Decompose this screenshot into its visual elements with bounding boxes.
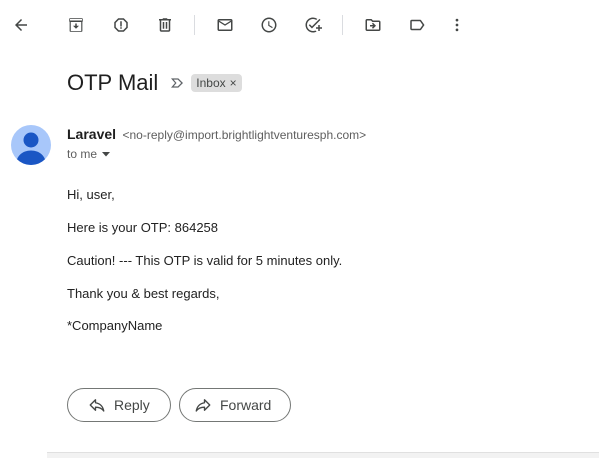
snooze-icon: [261, 17, 277, 33]
sender-row: Laravel <no-reply@import.brightlightvent…: [67, 126, 366, 144]
move-to-button[interactable]: [359, 11, 387, 39]
recipient-text: to me: [67, 147, 98, 161]
importance-marker-icon[interactable]: [169, 75, 185, 91]
toolbar: [0, 0, 599, 50]
snooze-button[interactable]: [255, 11, 283, 39]
forward-label: Forward: [220, 397, 272, 413]
email-view: OTP Mail Inbox × Laravel <no-reply@impor…: [0, 0, 599, 458]
report-spam-button[interactable]: [107, 11, 135, 39]
toolbar-divider: [342, 15, 343, 35]
subject-row: OTP Mail Inbox ×: [67, 68, 242, 98]
delete-icon: [159, 18, 171, 32]
body-line: Here is your OTP: 864258: [67, 220, 219, 235]
avatar[interactable]: [11, 125, 51, 165]
chevron-down-icon: [102, 152, 111, 157]
add-task-button[interactable]: [299, 11, 327, 39]
body-line: Thank you & best regards,: [67, 286, 220, 301]
report-spam-icon: [114, 18, 128, 32]
more-icon: [455, 18, 459, 32]
body-line: Hi, user,: [67, 187, 115, 202]
reply-label: Reply: [114, 397, 150, 413]
labels-icon: [410, 19, 425, 31]
person-icon: [16, 132, 46, 165]
sender-name[interactable]: Laravel: [67, 126, 116, 142]
reply-button[interactable]: Reply: [67, 388, 171, 422]
archive-icon: [69, 18, 83, 32]
remove-label-button[interactable]: ×: [230, 76, 237, 90]
move-to-icon: [365, 19, 381, 31]
labels-button[interactable]: [403, 11, 431, 39]
mark-unread-icon: [217, 19, 233, 31]
inbox-label-chip: Inbox ×: [191, 74, 242, 92]
email-subject: OTP Mail: [67, 70, 159, 95]
toolbar-divider: [194, 15, 195, 35]
forward-icon: [195, 399, 211, 412]
bottom-divider: [47, 452, 599, 458]
archive-button[interactable]: [62, 11, 90, 39]
reply-icon: [89, 399, 105, 412]
sender-email: <no-reply@import.brightlightventuresph.c…: [122, 128, 367, 142]
body-line: Caution! --- This OTP is valid for 5 min…: [67, 253, 343, 268]
back-icon: [15, 19, 27, 31]
forward-button[interactable]: Forward: [179, 388, 291, 422]
recipient-details-toggle[interactable]: to me: [67, 147, 111, 161]
add-task-icon: [305, 17, 322, 33]
back-button[interactable]: [7, 11, 35, 39]
mark-unread-button[interactable]: [211, 11, 239, 39]
body-line: *CompanyName: [67, 318, 163, 333]
more-button[interactable]: [443, 11, 471, 39]
label-chip-text: Inbox: [196, 76, 226, 90]
delete-button[interactable]: [151, 11, 179, 39]
